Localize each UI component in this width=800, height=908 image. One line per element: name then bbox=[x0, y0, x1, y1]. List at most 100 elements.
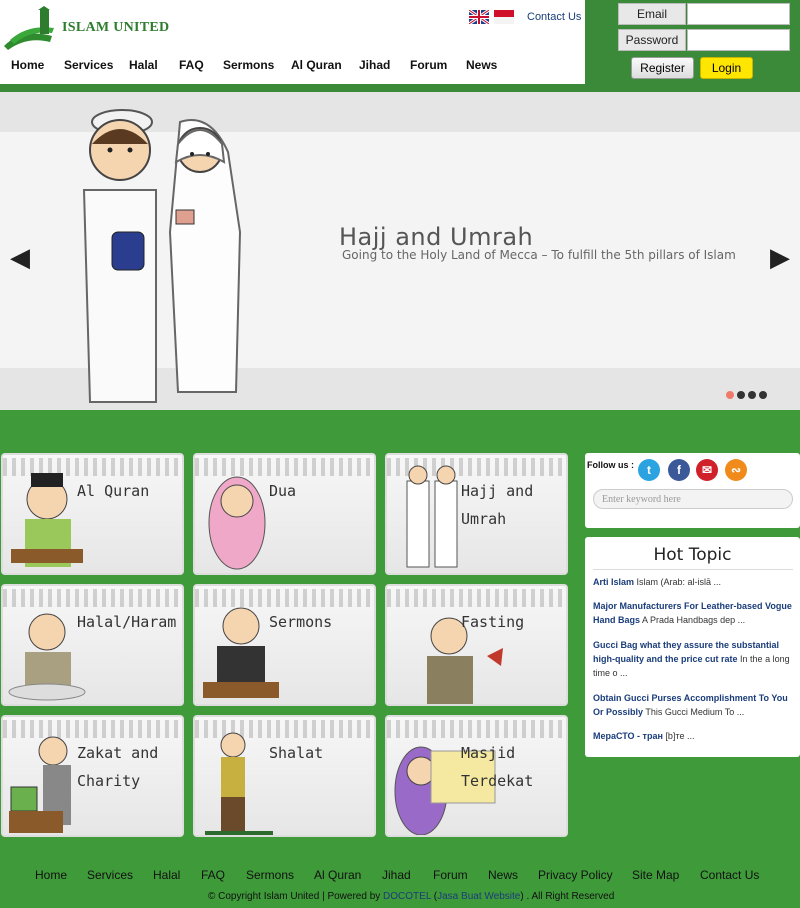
follow-panel: Follow us : t f ✉ ∾ Enter keyword here bbox=[585, 453, 800, 528]
copyright-suffix: . All Right Reserved bbox=[526, 891, 615, 902]
tile-label-line1: Zakat and bbox=[77, 744, 159, 762]
tile-label-line1: Dua bbox=[269, 482, 297, 500]
pilgrims-illustration bbox=[406, 465, 458, 568]
hero-slider: Hajj and Umrah Going to the Holy Land of… bbox=[0, 92, 800, 410]
nav-item-home[interactable]: Home bbox=[11, 58, 44, 72]
tile-fasting[interactable]: Fasting bbox=[385, 584, 568, 706]
tile-al-quran[interactable]: Al Quran bbox=[1, 453, 184, 575]
tile-label-line2: Terdekat bbox=[461, 772, 534, 790]
indonesia-flag-icon[interactable] bbox=[494, 10, 514, 24]
email-label: Email bbox=[618, 3, 686, 25]
tile-label-line1: Halal/Haram bbox=[77, 613, 177, 631]
login-button[interactable]: Login bbox=[700, 57, 753, 79]
footer-link-jihad[interactable]: Jihad bbox=[382, 868, 411, 882]
footer-link-halal[interactable]: Halal bbox=[153, 868, 180, 882]
tile-label-line1: Al Quran bbox=[77, 482, 150, 500]
email-icon[interactable]: ✉ bbox=[696, 459, 718, 481]
main-nav: Home Services Halal FAQ Sermons Al Quran… bbox=[0, 58, 585, 78]
password-row: Password bbox=[618, 29, 790, 51]
tile-label-line2: Charity bbox=[77, 772, 141, 790]
footer-link-services[interactable]: Services bbox=[87, 868, 133, 882]
facebook-icon[interactable]: f bbox=[668, 459, 690, 481]
tile-sermons[interactable]: Sermons bbox=[193, 584, 376, 706]
footer-link-contact-us[interactable]: Contact Us bbox=[700, 868, 759, 882]
tile-zakat-charity[interactable]: Zakat and Charity bbox=[1, 715, 184, 837]
slide-dots bbox=[726, 386, 770, 404]
hot-topic-item-snippet: [b]те ... bbox=[665, 731, 695, 741]
hot-topic-item-snippet: Islam (Arab: al-islā ... bbox=[636, 577, 722, 587]
slide-title: Hajj and Umrah bbox=[339, 223, 534, 251]
nav-item-halal[interactable]: Halal bbox=[129, 58, 158, 72]
register-button[interactable]: Register bbox=[631, 57, 694, 79]
tile-label-line1: Sermons bbox=[269, 613, 333, 631]
jasa-buat-website-link[interactable]: Jasa Buat Website bbox=[437, 891, 520, 902]
slide-dot-1[interactable] bbox=[726, 391, 734, 399]
hot-topic-item-snippet: A Prada Handbags dep ... bbox=[642, 615, 746, 625]
email-field[interactable] bbox=[687, 3, 790, 25]
hot-topic-item[interactable]: МераСТО - тран [b]те ... bbox=[593, 729, 793, 743]
footer-link-site-map[interactable]: Site Map bbox=[632, 868, 679, 882]
follow-label: Follow us : bbox=[587, 460, 634, 470]
slide-dot-4[interactable] bbox=[759, 391, 767, 399]
footer-nav: Home Services Halal FAQ Sermons Al Quran… bbox=[0, 868, 800, 886]
hot-topic-item-title[interactable]: Arti Islam bbox=[593, 577, 634, 587]
hot-topic-item[interactable]: Obtain Gucci Purses Accomplishment To Yo… bbox=[593, 691, 793, 719]
footer-link-privacy-policy[interactable]: Privacy Policy bbox=[538, 868, 613, 882]
copyright: © Copyright Islam United | Powered by DO… bbox=[208, 891, 615, 902]
docotel-link[interactable]: DOCOTEL bbox=[383, 891, 431, 902]
nav-item-news[interactable]: News bbox=[466, 58, 497, 72]
eating-illustration bbox=[8, 613, 86, 701]
logo-icon[interactable] bbox=[2, 6, 57, 54]
copyright-prefix: © Copyright Islam United | Powered by bbox=[208, 891, 381, 902]
footer-link-faq[interactable]: FAQ bbox=[201, 868, 225, 882]
hot-topic-item-title[interactable]: МераСТО - тран bbox=[593, 731, 663, 741]
hajj-pilgrims-illustration bbox=[82, 109, 242, 403]
nav-item-services[interactable]: Services bbox=[64, 58, 113, 72]
nav-item-jihad[interactable]: Jihad bbox=[359, 58, 390, 72]
brand-name[interactable]: ISLAM UNITED bbox=[62, 20, 169, 36]
footer-link-al-quran[interactable]: Al Quran bbox=[314, 868, 361, 882]
hot-topic-divider bbox=[593, 569, 793, 570]
hot-topic-item[interactable]: Major Manufacturers For Leather-based Vo… bbox=[593, 599, 793, 627]
tile-masjid-terdekat[interactable]: Masjid Terdekat bbox=[385, 715, 568, 837]
password-label: Password bbox=[618, 29, 686, 51]
password-field[interactable] bbox=[687, 29, 790, 51]
slide-dot-3[interactable] bbox=[748, 391, 756, 399]
tile-label-line1: Hajj and bbox=[461, 482, 534, 500]
tile-hajj-umrah[interactable]: Hajj and Umrah bbox=[385, 453, 568, 575]
footer-link-sermons[interactable]: Sermons bbox=[246, 868, 294, 882]
tile-label-line2: Umrah bbox=[461, 510, 507, 528]
nav-item-faq[interactable]: FAQ bbox=[179, 58, 204, 72]
prev-slide-arrow-icon[interactable]: ◀ bbox=[10, 242, 30, 273]
slide-dot-2[interactable] bbox=[737, 391, 745, 399]
next-slide-arrow-icon[interactable]: ▶ bbox=[770, 242, 790, 273]
footer-link-home[interactable]: Home bbox=[35, 868, 67, 882]
rss-icon[interactable]: ∾ bbox=[725, 459, 747, 481]
tile-shalat[interactable]: Shalat bbox=[193, 715, 376, 837]
search-input[interactable]: Enter keyword here bbox=[593, 489, 793, 509]
preacher-illustration bbox=[203, 607, 279, 698]
nav-item-al-quran[interactable]: Al Quran bbox=[291, 58, 342, 72]
footer-link-forum[interactable]: Forum bbox=[433, 868, 468, 882]
tile-label-line1: Shalat bbox=[269, 744, 324, 762]
header-divider bbox=[0, 84, 800, 92]
hot-topic-panel: Hot Topic Arti Islam Islam (Arab: al-isl… bbox=[585, 537, 800, 757]
tile-dua[interactable]: Dua bbox=[193, 453, 376, 575]
praying-man-illustration bbox=[205, 732, 273, 835]
hot-topic-item[interactable]: Arti Islam Islam (Arab: al-islā ... bbox=[593, 575, 793, 589]
email-row: Email bbox=[618, 3, 790, 25]
charity-illustration bbox=[9, 736, 71, 833]
twitter-icon[interactable]: t bbox=[638, 459, 660, 481]
hot-topic-item-snippet: This Gucci Medium To ... bbox=[645, 707, 745, 717]
uk-flag-icon[interactable] bbox=[469, 10, 489, 24]
slide-subtitle: Going to the Holy Land of Mecca – To ful… bbox=[342, 248, 736, 262]
tile-halal-haram[interactable]: Halal/Haram bbox=[1, 584, 184, 706]
nav-item-sermons[interactable]: Sermons bbox=[223, 58, 274, 72]
contact-us-link[interactable]: Contact Us bbox=[527, 11, 581, 23]
hot-topic-title: Hot Topic bbox=[653, 545, 732, 565]
nav-item-forum[interactable]: Forum bbox=[410, 58, 447, 72]
hot-topic-item[interactable]: Gucci Bag what they assure the substanti… bbox=[593, 638, 793, 680]
tile-label-line1: Fasting bbox=[461, 613, 525, 631]
header: ISLAM UNITED Contact Us Home Services Ha… bbox=[0, 0, 800, 84]
footer-link-news[interactable]: News bbox=[488, 868, 518, 882]
